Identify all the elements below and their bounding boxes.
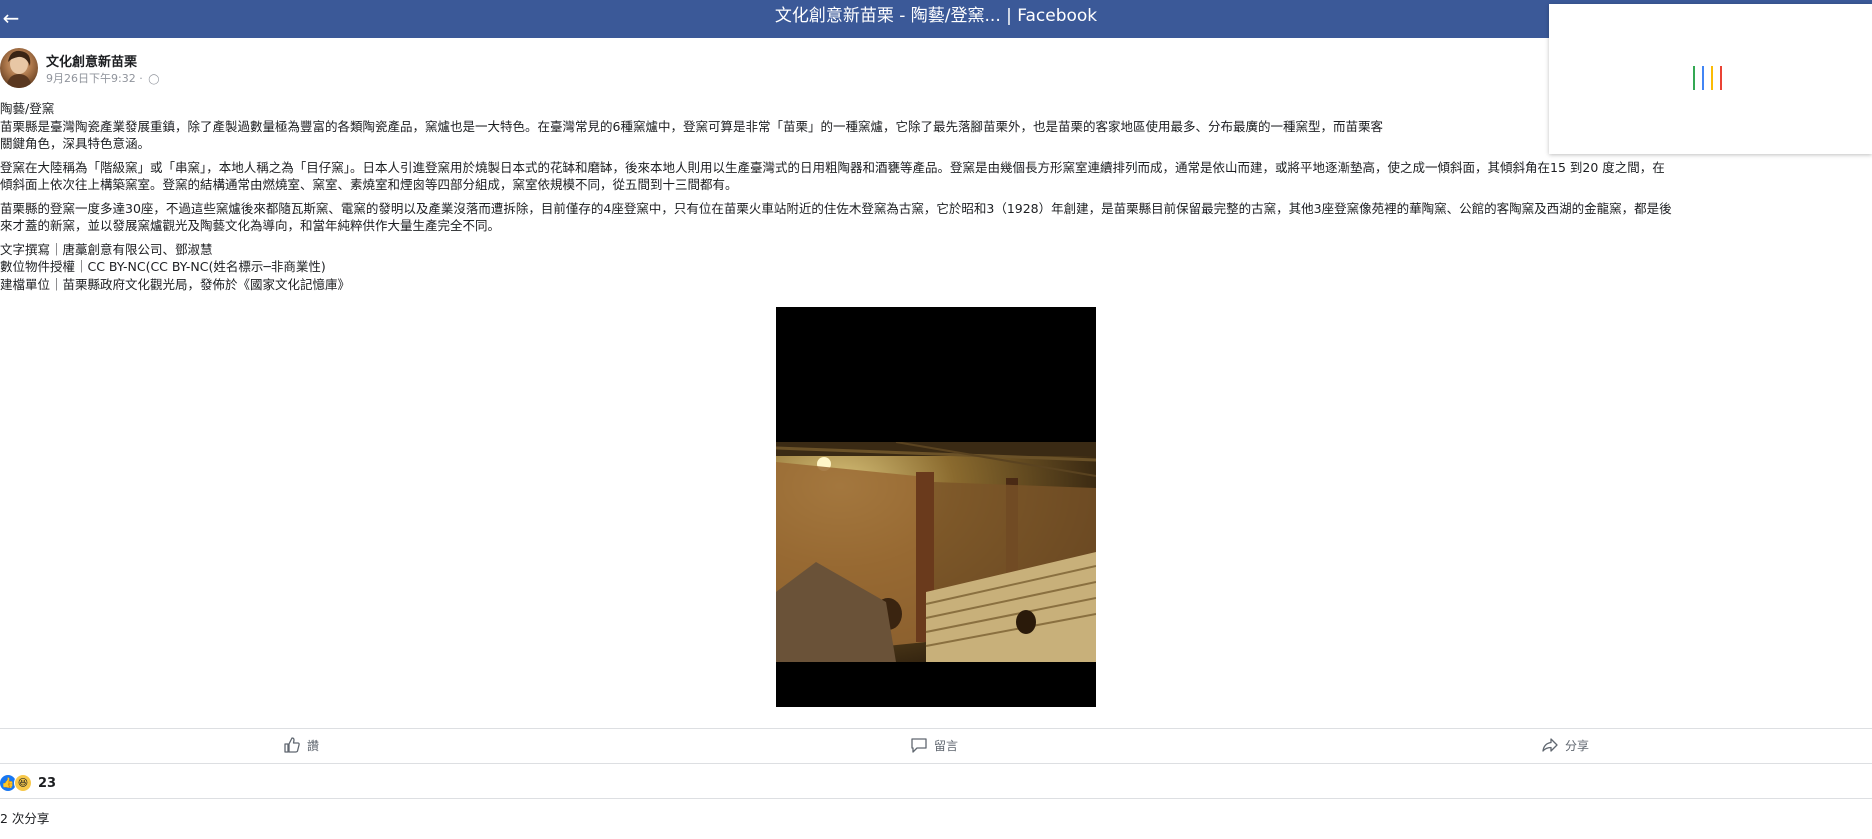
post-timestamp[interactable]: 9月26日下午9:32 ·	[46, 72, 143, 85]
divider	[0, 728, 1872, 729]
post-text-line: 陶藝/登窯	[0, 101, 55, 116]
credit-source: 建檔單位｜苗栗縣政府文化觀光局，發佈於《國家文化記憶庫》	[0, 276, 351, 292]
divider	[0, 798, 1872, 799]
avatar[interactable]	[0, 48, 38, 88]
loading-spinner-icon	[1693, 66, 1725, 90]
share-label: 分享	[1565, 738, 1590, 753]
reaction-count: 23	[38, 775, 57, 791]
share-count[interactable]: 2 次分享	[0, 808, 49, 827]
like-label: 讚	[307, 738, 320, 753]
post-text-line: 登窯在大陸稱為「階級窯」或「串窯」，本地人稱之為「目仔窯」。日本人引進登窯用於燒…	[0, 159, 1665, 175]
share-icon	[1542, 738, 1558, 752]
haha-reaction-icon: 😆	[14, 774, 32, 792]
thumbs-up-icon	[284, 737, 300, 753]
credit-license: 數位物件授權｜CC BY-NC(CC BY-NC(姓名標示─非商業性)	[0, 259, 326, 274]
globe-icon: ◯	[148, 74, 160, 85]
share-button[interactable]: 分享	[1541, 734, 1589, 756]
post-body: 陶藝/登窯 苗栗縣是臺灣陶瓷產業發展重鎮，除了產製過數量極為豐富的各類陶瓷產品，…	[0, 100, 1872, 293]
post-text-line: 傾斜面上依次往上構築窯室。登窯的結構通常由燃燒室、窯室、素燒室和煙囪等四部分組成…	[0, 177, 738, 192]
post-meta: 9月26日下午9:32 · ◯	[46, 70, 159, 86]
post-text-line: 關鍵角色，深具特色意涵。	[0, 136, 151, 151]
post-text-line: 苗栗縣的登窯一度多達30座，不過這些窯爐後來都隨瓦斯窯、電窯的發明以及產業沒落而…	[0, 200, 1672, 216]
comment-label: 留言	[934, 738, 959, 753]
kiln-photo	[776, 442, 1096, 662]
post-text-line: 來才蓋的新窯，並以發展窯爐觀光及陶藝文化為導向，和當年純粹供作大量生產完全不同。	[0, 218, 501, 233]
comment-button[interactable]: 留言	[910, 734, 958, 756]
credit-author: 文字撰寫｜唐藁創意有限公司、鄧淑慧	[0, 241, 213, 257]
post-text-line: 苗栗縣是臺灣陶瓷產業發展重鎮，除了產製過數量極為豐富的各類陶瓷產品，窯爐也是一大…	[0, 118, 1383, 134]
post-photo[interactable]	[776, 307, 1096, 707]
comment-icon	[911, 738, 927, 753]
author-name[interactable]: 文化創意新苗栗	[46, 51, 137, 70]
divider	[0, 763, 1872, 764]
post-header: 文化創意新苗栗 9月26日下午9:32 · ◯	[0, 48, 600, 92]
reactions-summary[interactable]: 👍 😆 23	[0, 773, 56, 793]
action-bar: 讚 留言 分享	[0, 730, 1872, 760]
like-button[interactable]: 讚	[283, 734, 319, 756]
